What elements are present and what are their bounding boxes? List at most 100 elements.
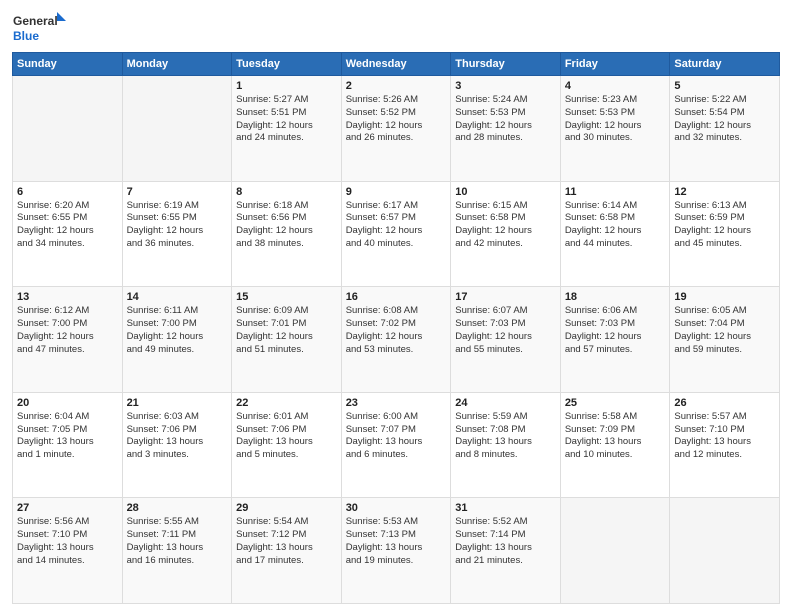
day-number: 17 xyxy=(455,291,556,303)
day-info: Sunrise: 5:57 AM Sunset: 7:10 PM Dayligh… xyxy=(674,411,775,462)
day-info: Sunrise: 6:07 AM Sunset: 7:03 PM Dayligh… xyxy=(455,305,556,356)
day-info: Sunrise: 5:54 AM Sunset: 7:12 PM Dayligh… xyxy=(236,516,337,567)
weekday-header-saturday: Saturday xyxy=(670,53,780,76)
header: General Blue xyxy=(12,10,780,46)
calendar-cell: 31 Sunrise: 5:52 AM Sunset: 7:14 PM Dayli… xyxy=(451,498,561,604)
day-info: Sunrise: 6:14 AM Sunset: 6:58 PM Dayligh… xyxy=(565,200,666,251)
day-number: 19 xyxy=(674,291,775,303)
calendar-cell: 9Sunrise: 6:17 AM Sunset: 6:57 PM Daylig… xyxy=(341,181,451,287)
weekday-header-thursday: Thursday xyxy=(451,53,561,76)
calendar-cell: 13Sunrise: 6:12 AM Sunset: 7:00 PM Dayli… xyxy=(13,287,123,393)
calendar-cell: 20 Sunrise: 6:04 AM Sunset: 7:05 PM Dayli… xyxy=(13,392,123,498)
calendar-cell: 6 Sunrise: 6:20 AM Sunset: 6:55 PM Daylig… xyxy=(13,181,123,287)
page: General Blue SundayMondayTuesdayWednesda… xyxy=(0,0,792,612)
day-number: 13 xyxy=(17,291,118,303)
day-number: 25 xyxy=(565,397,666,409)
day-number: 7 xyxy=(127,186,228,198)
day-info: Sunrise: 5:22 AM Sunset: 5:54 PM Dayligh… xyxy=(674,94,775,145)
day-number: 30 xyxy=(346,502,447,514)
day-number: 4 xyxy=(565,80,666,92)
day-number: 28 xyxy=(127,502,228,514)
day-number: 18 xyxy=(565,291,666,303)
calendar-cell: 18 Sunrise: 6:06 AM Sunset: 7:03 PM Dayli… xyxy=(560,287,670,393)
calendar-cell: 11 Sunrise: 6:14 AM Sunset: 6:58 PM Dayli… xyxy=(560,181,670,287)
calendar-cell: 3Sunrise: 5:24 AM Sunset: 5:53 PM Daylig… xyxy=(451,76,561,182)
day-info: Sunrise: 6:00 AM Sunset: 7:07 PM Dayligh… xyxy=(346,411,447,462)
day-info: Sunrise: 5:52 AM Sunset: 7:14 PM Dayligh… xyxy=(455,516,556,567)
calendar-cell: 19Sunrise: 6:05 AM Sunset: 7:04 PM Dayli… xyxy=(670,287,780,393)
day-info: Sunrise: 6:13 AM Sunset: 6:59 PM Dayligh… xyxy=(674,200,775,251)
day-number: 5 xyxy=(674,80,775,92)
calendar-cell: 17 Sunrise: 6:07 AM Sunset: 7:03 PM Dayli… xyxy=(451,287,561,393)
day-info: Sunrise: 6:08 AM Sunset: 7:02 PM Dayligh… xyxy=(346,305,447,356)
day-info: Sunrise: 6:19 AM Sunset: 6:55 PM Dayligh… xyxy=(127,200,228,251)
calendar-cell: 4 Sunrise: 5:23 AM Sunset: 5:53 PM Daylig… xyxy=(560,76,670,182)
logo: General Blue xyxy=(12,10,68,46)
day-number: 9 xyxy=(346,186,447,198)
day-number: 11 xyxy=(565,186,666,198)
day-number: 20 xyxy=(17,397,118,409)
day-info: Sunrise: 6:20 AM Sunset: 6:55 PM Dayligh… xyxy=(17,200,118,251)
day-info: Sunrise: 6:04 AM Sunset: 7:05 PM Dayligh… xyxy=(17,411,118,462)
day-info: Sunrise: 6:18 AM Sunset: 6:56 PM Dayligh… xyxy=(236,200,337,251)
calendar-cell: 5 Sunrise: 5:22 AM Sunset: 5:54 PM Daylig… xyxy=(670,76,780,182)
day-number: 22 xyxy=(236,397,337,409)
day-info: Sunrise: 6:15 AM Sunset: 6:58 PM Dayligh… xyxy=(455,200,556,251)
calendar-cell: 30 Sunrise: 5:53 AM Sunset: 7:13 PM Dayli… xyxy=(341,498,451,604)
day-info: Sunrise: 5:23 AM Sunset: 5:53 PM Dayligh… xyxy=(565,94,666,145)
calendar-cell: 7 Sunrise: 6:19 AM Sunset: 6:55 PM Daylig… xyxy=(122,181,232,287)
day-info: Sunrise: 6:03 AM Sunset: 7:06 PM Dayligh… xyxy=(127,411,228,462)
calendar-cell: 21 Sunrise: 6:03 AM Sunset: 7:06 PM Dayli… xyxy=(122,392,232,498)
calendar-cell xyxy=(560,498,670,604)
day-number: 8 xyxy=(236,186,337,198)
day-number: 21 xyxy=(127,397,228,409)
svg-text:Blue: Blue xyxy=(13,29,39,43)
weekday-header-row: SundayMondayTuesdayWednesdayThursdayFrid… xyxy=(13,53,780,76)
calendar-cell: 29 Sunrise: 5:54 AM Sunset: 7:12 PM Dayli… xyxy=(232,498,342,604)
weekday-header-friday: Friday xyxy=(560,53,670,76)
day-number: 12 xyxy=(674,186,775,198)
calendar-cell xyxy=(670,498,780,604)
weekday-header-wednesday: Wednesday xyxy=(341,53,451,76)
day-number: 27 xyxy=(17,502,118,514)
logo-svg: General Blue xyxy=(12,10,68,46)
calendar-week-1: 1 Sunrise: 5:27 AM Sunset: 5:51 PM Daylig… xyxy=(13,76,780,182)
day-info: Sunrise: 5:58 AM Sunset: 7:09 PM Dayligh… xyxy=(565,411,666,462)
day-number: 3 xyxy=(455,80,556,92)
calendar-cell: 22 Sunrise: 6:01 AM Sunset: 7:06 PM Dayli… xyxy=(232,392,342,498)
calendar-cell: 12 Sunrise: 6:13 AM Sunset: 6:59 PM Dayli… xyxy=(670,181,780,287)
day-info: Sunrise: 5:53 AM Sunset: 7:13 PM Dayligh… xyxy=(346,516,447,567)
calendar-cell: 1 Sunrise: 5:27 AM Sunset: 5:51 PM Daylig… xyxy=(232,76,342,182)
day-number: 23 xyxy=(346,397,447,409)
calendar-cell: 10 Sunrise: 6:15 AM Sunset: 6:58 PM Dayli… xyxy=(451,181,561,287)
svg-text:General: General xyxy=(13,14,58,28)
calendar-week-2: 6 Sunrise: 6:20 AM Sunset: 6:55 PM Daylig… xyxy=(13,181,780,287)
day-number: 24 xyxy=(455,397,556,409)
weekday-header-sunday: Sunday xyxy=(13,53,123,76)
weekday-header-tuesday: Tuesday xyxy=(232,53,342,76)
day-number: 29 xyxy=(236,502,337,514)
day-info: Sunrise: 6:11 AM Sunset: 7:00 PM Dayligh… xyxy=(127,305,228,356)
day-info: Sunrise: 6:01 AM Sunset: 7:06 PM Dayligh… xyxy=(236,411,337,462)
calendar-cell: 2Sunrise: 5:26 AM Sunset: 5:52 PM Daylig… xyxy=(341,76,451,182)
day-number: 26 xyxy=(674,397,775,409)
calendar-week-4: 20 Sunrise: 6:04 AM Sunset: 7:05 PM Dayli… xyxy=(13,392,780,498)
calendar-cell: 23 Sunrise: 6:00 AM Sunset: 7:07 PM Dayli… xyxy=(341,392,451,498)
day-number: 6 xyxy=(17,186,118,198)
day-number: 31 xyxy=(455,502,556,514)
calendar-week-3: 13Sunrise: 6:12 AM Sunset: 7:00 PM Dayli… xyxy=(13,287,780,393)
calendar-cell: 8 Sunrise: 6:18 AM Sunset: 6:56 PM Daylig… xyxy=(232,181,342,287)
day-number: 1 xyxy=(236,80,337,92)
calendar-week-5: 27 Sunrise: 5:56 AM Sunset: 7:10 PM Dayli… xyxy=(13,498,780,604)
day-number: 2 xyxy=(346,80,447,92)
day-info: Sunrise: 5:27 AM Sunset: 5:51 PM Dayligh… xyxy=(236,94,337,145)
day-number: 15 xyxy=(236,291,337,303)
day-number: 10 xyxy=(455,186,556,198)
calendar-cell: 27 Sunrise: 5:56 AM Sunset: 7:10 PM Dayli… xyxy=(13,498,123,604)
calendar-table: SundayMondayTuesdayWednesdayThursdayFrid… xyxy=(12,52,780,604)
day-info: Sunrise: 5:56 AM Sunset: 7:10 PM Dayligh… xyxy=(17,516,118,567)
day-number: 16 xyxy=(346,291,447,303)
day-info: Sunrise: 6:06 AM Sunset: 7:03 PM Dayligh… xyxy=(565,305,666,356)
calendar-cell xyxy=(13,76,123,182)
day-number: 14 xyxy=(127,291,228,303)
